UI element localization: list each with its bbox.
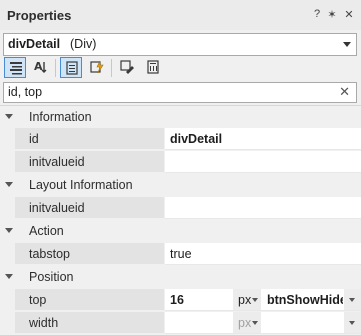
chevron-down-icon[interactable] bbox=[343, 42, 351, 47]
property-name: tabstop bbox=[15, 243, 164, 265]
property-row-top[interactable]: top 16 px btnShowHide bbox=[0, 289, 361, 311]
width-value-input[interactable] bbox=[165, 312, 233, 333]
category-label: Information bbox=[29, 110, 92, 124]
object-selector[interactable]: divDetail (Div) bbox=[3, 33, 357, 56]
categorized-icon[interactable] bbox=[4, 57, 26, 78]
category-position[interactable]: Position bbox=[0, 266, 361, 288]
unit-select[interactable]: px bbox=[233, 312, 261, 333]
search-value: id, top bbox=[8, 85, 43, 99]
category-label: Position bbox=[29, 270, 74, 284]
category-layout-information[interactable]: Layout Information bbox=[0, 174, 361, 196]
chevron-down-icon bbox=[252, 298, 258, 302]
chevron-down-icon[interactable] bbox=[5, 114, 13, 119]
property-row-initvalueid[interactable]: initvalueid bbox=[0, 197, 361, 219]
row-gutter bbox=[0, 151, 15, 173]
close-icon[interactable]: ✕ bbox=[339, 84, 350, 100]
property-name: id bbox=[15, 128, 164, 150]
property-value-composite: px bbox=[165, 312, 361, 334]
toolbar-divider bbox=[111, 59, 112, 77]
help-icon[interactable]: ? bbox=[311, 8, 323, 20]
property-grid: Information id divDetail initvalueid Lay… bbox=[0, 105, 361, 335]
reference-dropdown-button[interactable] bbox=[344, 312, 361, 333]
property-name: initvalueid bbox=[15, 151, 164, 173]
property-row-initvalueid[interactable]: initvalueid bbox=[0, 151, 361, 173]
property-name: top bbox=[15, 289, 164, 311]
property-row-id[interactable]: id divDetail bbox=[0, 128, 361, 150]
category-action[interactable]: Action bbox=[0, 220, 361, 242]
chevron-down-icon bbox=[349, 321, 355, 325]
panel-title: Properties bbox=[7, 8, 72, 23]
alphabetical-icon[interactable]: A bbox=[30, 57, 52, 78]
chevron-down-icon bbox=[349, 298, 355, 302]
property-search-input[interactable]: id, top ✕ bbox=[3, 82, 357, 103]
property-row-tabstop[interactable]: tabstop true bbox=[0, 243, 361, 265]
property-value-field[interactable] bbox=[165, 197, 361, 219]
property-value-field[interactable]: divDetail bbox=[165, 128, 361, 150]
object-type: (Div) bbox=[70, 37, 97, 51]
toolbar-divider bbox=[55, 59, 56, 77]
chevron-down-icon[interactable] bbox=[5, 182, 13, 187]
reference-dropdown-button[interactable] bbox=[344, 289, 361, 310]
pin-icon[interactable]: ✶ bbox=[326, 8, 338, 21]
row-gutter bbox=[0, 312, 15, 334]
property-name: width bbox=[15, 312, 164, 334]
object-name: divDetail bbox=[8, 37, 61, 51]
close-icon[interactable]: ✕ bbox=[343, 8, 355, 21]
chevron-down-icon[interactable] bbox=[5, 274, 13, 279]
reference-select[interactable] bbox=[262, 312, 361, 333]
events-view-icon[interactable] bbox=[86, 57, 108, 78]
top-value-input[interactable]: 16 bbox=[165, 289, 233, 310]
panel-titlebar: Properties ? ✶ ✕ bbox=[0, 0, 361, 30]
row-gutter bbox=[0, 128, 15, 150]
property-value-composite: 16 px btnShowHide bbox=[165, 289, 361, 311]
properties-toolbar: A bbox=[0, 55, 361, 81]
chevron-down-icon bbox=[252, 321, 258, 325]
script-icon[interactable] bbox=[142, 57, 164, 78]
property-value-field[interactable] bbox=[165, 151, 361, 173]
reference-select[interactable]: btnShowHide bbox=[262, 289, 361, 310]
properties-view-icon[interactable] bbox=[60, 57, 82, 78]
unit-select[interactable]: px bbox=[233, 289, 261, 310]
edit-icon[interactable] bbox=[116, 57, 138, 78]
property-name: initvalueid bbox=[15, 197, 164, 219]
property-row-width[interactable]: width px bbox=[0, 312, 361, 334]
row-gutter bbox=[0, 289, 15, 311]
svg-text:A: A bbox=[34, 60, 43, 73]
row-gutter bbox=[0, 243, 15, 265]
category-information[interactable]: Information bbox=[0, 106, 361, 128]
category-label: Layout Information bbox=[29, 178, 133, 192]
row-gutter bbox=[0, 197, 15, 219]
property-value-field[interactable]: true bbox=[165, 243, 361, 265]
chevron-down-icon[interactable] bbox=[5, 228, 13, 233]
category-label: Action bbox=[29, 224, 64, 238]
